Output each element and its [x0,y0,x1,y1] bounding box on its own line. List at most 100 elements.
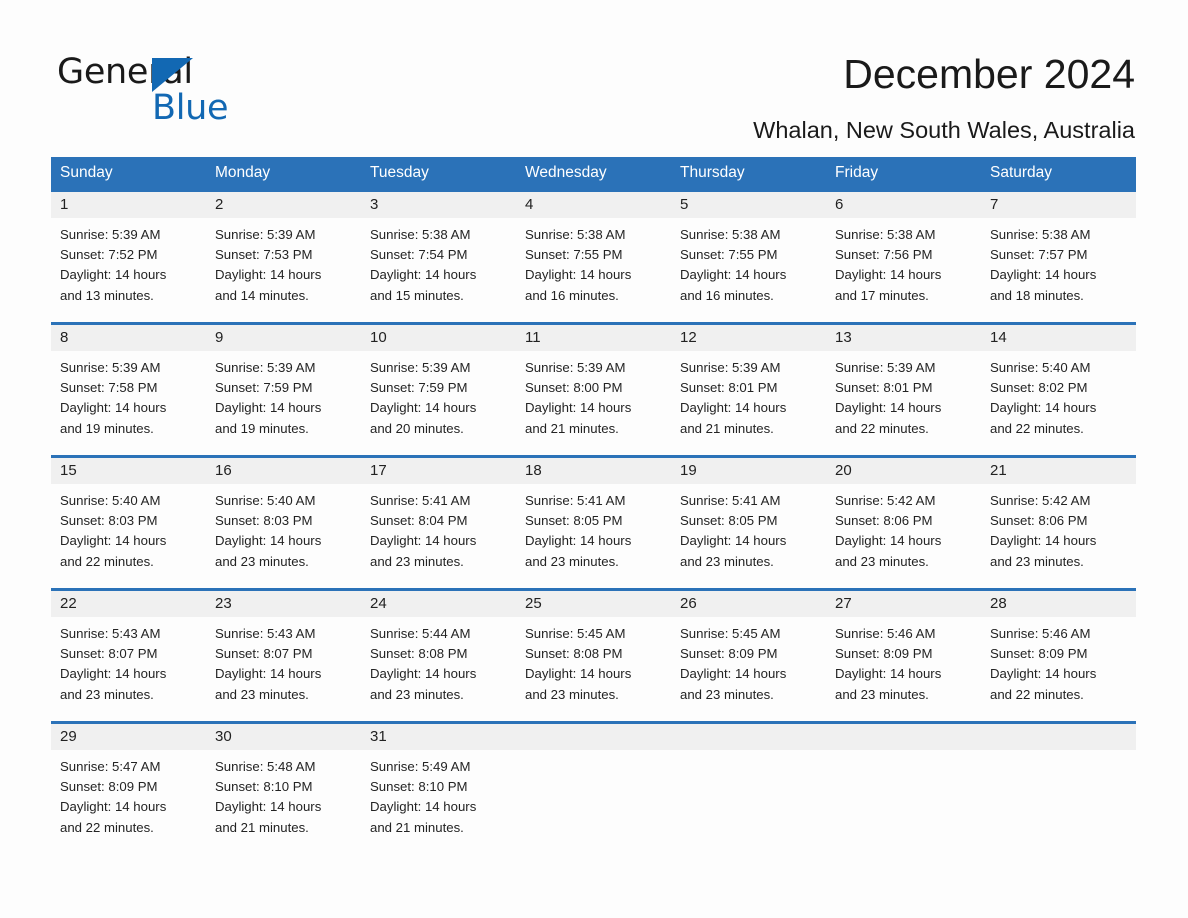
day-sunset-text: Sunset: 7:56 PM [835,247,933,263]
day-number-empty [826,724,981,750]
day-cell[interactable]: Sunrise: 5:47 AM Sunset: 8:09 PM Daylight:… [51,757,206,843]
day-daylight-line2-text: and 22 minutes. [60,819,154,835]
day-daylight-line1-text: Daylight: 14 hours [680,400,787,416]
day-cell[interactable]: Sunrise: 5:38 AM Sunset: 7:55 PM Daylight:… [671,225,826,311]
day-cell[interactable]: Sunrise: 5:41 AM Sunset: 8:05 PM Daylight:… [516,491,671,577]
day-cell[interactable]: Sunrise: 5:39 AM Sunset: 7:53 PM Daylight:… [206,225,361,311]
day-number[interactable]: 28 [981,591,1136,617]
day-cell[interactable]: Sunrise: 5:39 AM Sunset: 7:58 PM Daylight:… [51,358,206,444]
day-daylight-line2-text: and 16 minutes. [680,287,774,303]
day-cell[interactable]: Sunrise: 5:38 AM Sunset: 7:55 PM Daylight:… [516,225,671,311]
day-daylight-line2-text: and 14 minutes. [215,287,309,303]
day-cell[interactable]: Sunrise: 5:40 AM Sunset: 8:03 PM Daylight:… [51,491,206,577]
day-number[interactable]: 16 [206,458,361,484]
day-number[interactable]: 24 [361,591,516,617]
day-cell[interactable]: Sunrise: 5:39 AM Sunset: 7:59 PM Daylight:… [361,358,516,444]
day-cell[interactable]: Sunrise: 5:38 AM Sunset: 7:56 PM Daylight:… [826,225,981,311]
day-number[interactable]: 30 [206,724,361,750]
day-number[interactable]: 4 [516,192,671,218]
day-cell[interactable]: Sunrise: 5:45 AM Sunset: 8:09 PM Daylight:… [671,624,826,710]
day-number[interactable]: 15 [51,458,206,484]
day-daylight-line1-text: Daylight: 14 hours [60,533,167,549]
day-number[interactable]: 29 [51,724,206,750]
day-number[interactable]: 19 [671,458,826,484]
day-daylight-line1-text: Daylight: 14 hours [990,267,1097,283]
day-cell[interactable]: Sunrise: 5:40 AM Sunset: 8:03 PM Daylight:… [206,491,361,577]
day-daylight-line1-text: Daylight: 14 hours [215,533,322,549]
day-number[interactable]: 8 [51,325,206,351]
day-sunrise-text: Sunrise: 5:39 AM [60,360,161,375]
day-number[interactable]: 12 [671,325,826,351]
day-number[interactable]: 22 [51,591,206,617]
day-daylight-line2-text: and 18 minutes. [990,287,1084,303]
day-cell[interactable]: Sunrise: 5:48 AM Sunset: 8:10 PM Daylight:… [206,757,361,843]
day-daylight-line2-text: and 23 minutes. [680,553,774,569]
day-detail-row: Sunrise: 5:47 AM Sunset: 8:09 PM Daylight:… [51,750,1136,843]
day-cell[interactable]: Sunrise: 5:40 AM Sunset: 8:02 PM Daylight:… [981,358,1136,444]
day-number[interactable]: 21 [981,458,1136,484]
day-sunset-text: Sunset: 8:06 PM [835,513,933,529]
day-cell[interactable]: Sunrise: 5:39 AM Sunset: 8:01 PM Daylight:… [826,358,981,444]
day-number[interactable]: 2 [206,192,361,218]
day-number[interactable]: 11 [516,325,671,351]
day-number[interactable]: 18 [516,458,671,484]
day-number[interactable]: 23 [206,591,361,617]
day-cell[interactable]: Sunrise: 5:38 AM Sunset: 7:57 PM Daylight:… [981,225,1136,311]
general-blue-logo[interactable]: General Blue [57,52,287,128]
day-daylight-line2-text: and 13 minutes. [60,287,154,303]
weekday-header-row: Sunday Monday Tuesday Wednesday Thursday… [51,157,1136,189]
day-cell[interactable]: Sunrise: 5:41 AM Sunset: 8:05 PM Daylight:… [671,491,826,577]
day-sunset-text: Sunset: 8:09 PM [680,646,778,662]
day-number[interactable]: 27 [826,591,981,617]
day-number[interactable]: 17 [361,458,516,484]
day-cell[interactable]: Sunrise: 5:44 AM Sunset: 8:08 PM Daylight:… [361,624,516,710]
day-daylight-line1-text: Daylight: 14 hours [60,666,167,682]
day-daylight-line2-text: and 17 minutes. [835,287,929,303]
day-cell[interactable]: Sunrise: 5:39 AM Sunset: 8:00 PM Daylight:… [516,358,671,444]
day-cell[interactable]: Sunrise: 5:46 AM Sunset: 8:09 PM Daylight:… [826,624,981,710]
day-daylight-line1-text: Daylight: 14 hours [835,267,942,283]
day-number[interactable]: 5 [671,192,826,218]
day-number[interactable]: 1 [51,192,206,218]
day-cell[interactable]: Sunrise: 5:39 AM Sunset: 7:52 PM Daylight:… [51,225,206,311]
day-cell[interactable]: Sunrise: 5:38 AM Sunset: 7:54 PM Daylight:… [361,225,516,311]
day-daylight-line2-text: and 22 minutes. [60,553,154,569]
day-cell[interactable]: Sunrise: 5:46 AM Sunset: 8:09 PM Daylight:… [981,624,1136,710]
day-cell[interactable]: Sunrise: 5:42 AM Sunset: 8:06 PM Daylight:… [981,491,1136,577]
day-cell[interactable]: Sunrise: 5:43 AM Sunset: 8:07 PM Daylight:… [206,624,361,710]
day-number[interactable]: 9 [206,325,361,351]
day-detail-row: Sunrise: 5:39 AM Sunset: 7:58 PM Daylight:… [51,351,1136,444]
day-number[interactable]: 14 [981,325,1136,351]
day-cell[interactable]: Sunrise: 5:39 AM Sunset: 7:59 PM Daylight:… [206,358,361,444]
day-number[interactable]: 7 [981,192,1136,218]
day-detail-row: Sunrise: 5:43 AM Sunset: 8:07 PM Daylight:… [51,617,1136,710]
day-cell[interactable]: Sunrise: 5:42 AM Sunset: 8:06 PM Daylight:… [826,491,981,577]
day-sunrise-text: Sunrise: 5:38 AM [525,227,626,242]
day-number[interactable]: 20 [826,458,981,484]
day-cell[interactable]: Sunrise: 5:41 AM Sunset: 8:04 PM Daylight:… [361,491,516,577]
day-number-band: 8 9 10 11 12 13 14 [51,325,1136,351]
day-daylight-line1-text: Daylight: 14 hours [525,666,632,682]
day-number[interactable]: 31 [361,724,516,750]
day-sunrise-text: Sunrise: 5:41 AM [680,493,781,508]
day-daylight-line2-text: and 20 minutes. [370,420,464,436]
day-daylight-line2-text: and 21 minutes. [370,819,464,835]
day-number[interactable]: 25 [516,591,671,617]
day-sunrise-text: Sunrise: 5:44 AM [370,626,471,641]
day-sunset-text: Sunset: 8:01 PM [835,380,933,396]
day-daylight-line1-text: Daylight: 14 hours [835,533,942,549]
day-sunset-text: Sunset: 7:59 PM [215,380,313,396]
day-cell[interactable]: Sunrise: 5:39 AM Sunset: 8:01 PM Daylight:… [671,358,826,444]
day-number[interactable]: 6 [826,192,981,218]
day-number[interactable]: 26 [671,591,826,617]
day-cell[interactable]: Sunrise: 5:45 AM Sunset: 8:08 PM Daylight:… [516,624,671,710]
day-cell[interactable]: Sunrise: 5:49 AM Sunset: 8:10 PM Daylight:… [361,757,516,843]
day-number[interactable]: 3 [361,192,516,218]
day-number[interactable]: 13 [826,325,981,351]
day-detail-row: Sunrise: 5:40 AM Sunset: 8:03 PM Daylight:… [51,484,1136,577]
day-number-band: 22 23 24 25 26 27 28 [51,591,1136,617]
day-sunset-text: Sunset: 8:03 PM [215,513,313,529]
day-number[interactable]: 10 [361,325,516,351]
day-cell[interactable]: Sunrise: 5:43 AM Sunset: 8:07 PM Daylight:… [51,624,206,710]
weekday-header-wednesday: Wednesday [525,164,607,181]
